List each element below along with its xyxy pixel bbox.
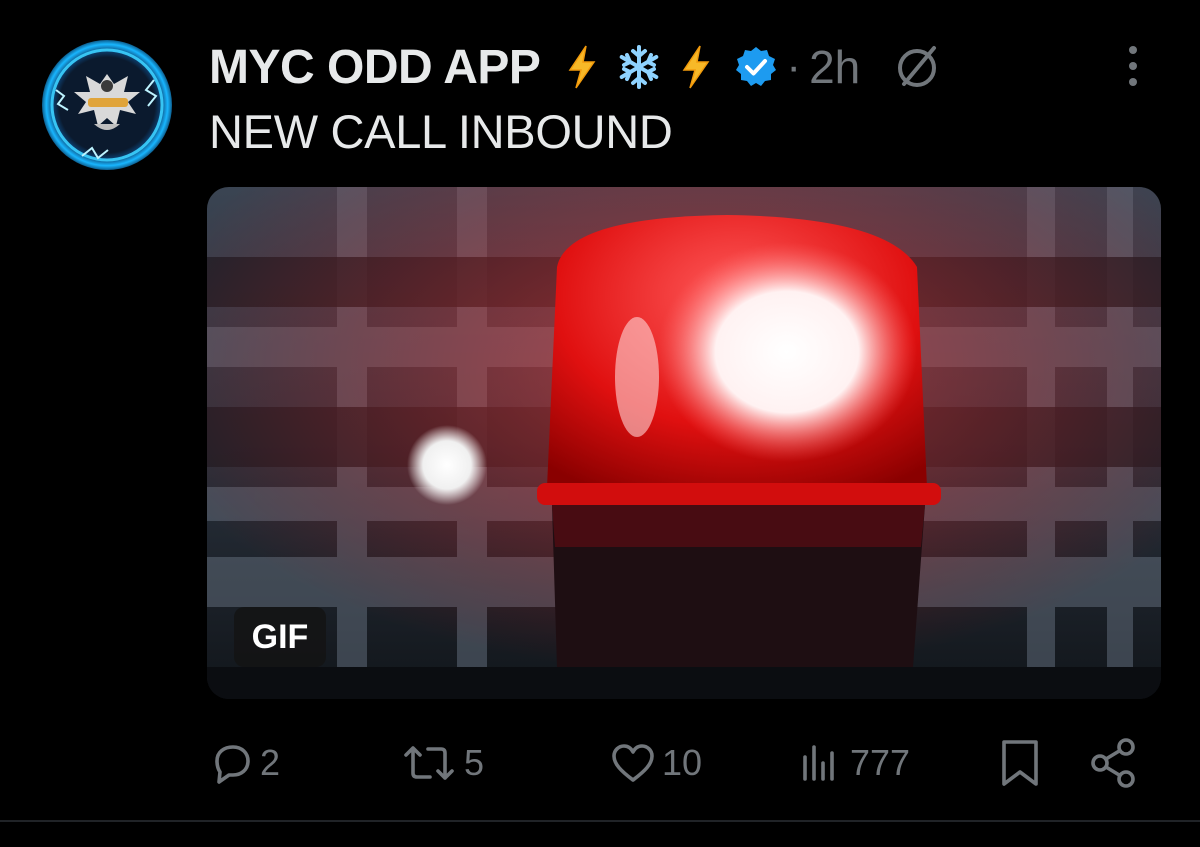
- grok-icon[interactable]: [890, 40, 944, 94]
- repost-count: 5: [464, 742, 485, 783]
- snowflake-emoji-icon: [620, 45, 659, 89]
- name-emojis: [562, 44, 716, 90]
- views-chart-icon: [803, 745, 834, 781]
- post[interactable]: MYC ODD APP · 2h NEW CALL INBOUND GIF 2 …: [0, 0, 1200, 847]
- view-count: 777: [850, 742, 911, 783]
- reply-button[interactable]: 2: [208, 730, 280, 796]
- like-button[interactable]: 10: [608, 730, 702, 796]
- post-header: MYC ODD APP · 2h: [209, 38, 944, 96]
- bookmark-button[interactable]: [996, 730, 1044, 796]
- like-count: 10: [662, 742, 703, 783]
- lightning-emoji-icon: [569, 45, 596, 89]
- views-button[interactable]: 777: [798, 730, 910, 796]
- gif-media[interactable]: GIF: [207, 187, 1161, 699]
- lightning-emoji-icon: [683, 45, 710, 89]
- share-icon: [1091, 738, 1135, 788]
- action-bar: 2 5 10 777: [0, 730, 1200, 800]
- gif-badge: GIF: [234, 607, 326, 667]
- separator-dot: ·: [786, 42, 802, 91]
- reply-icon: [215, 745, 250, 784]
- post-text: NEW CALL INBOUND: [209, 105, 673, 158]
- timestamp[interactable]: 2h: [809, 40, 860, 94]
- divider: [0, 820, 1200, 822]
- share-button[interactable]: [1088, 730, 1140, 796]
- repost-button[interactable]: 5: [398, 730, 484, 796]
- avatar[interactable]: [42, 40, 172, 170]
- repost-icon: [404, 746, 454, 780]
- heart-icon: [612, 744, 654, 782]
- reply-count: 2: [260, 742, 281, 783]
- bookmark-icon: [1002, 740, 1038, 786]
- more-options-icon[interactable]: [1124, 44, 1142, 88]
- author-name[interactable]: MYC ODD APP: [209, 40, 541, 95]
- verified-badge-icon[interactable]: [734, 45, 778, 89]
